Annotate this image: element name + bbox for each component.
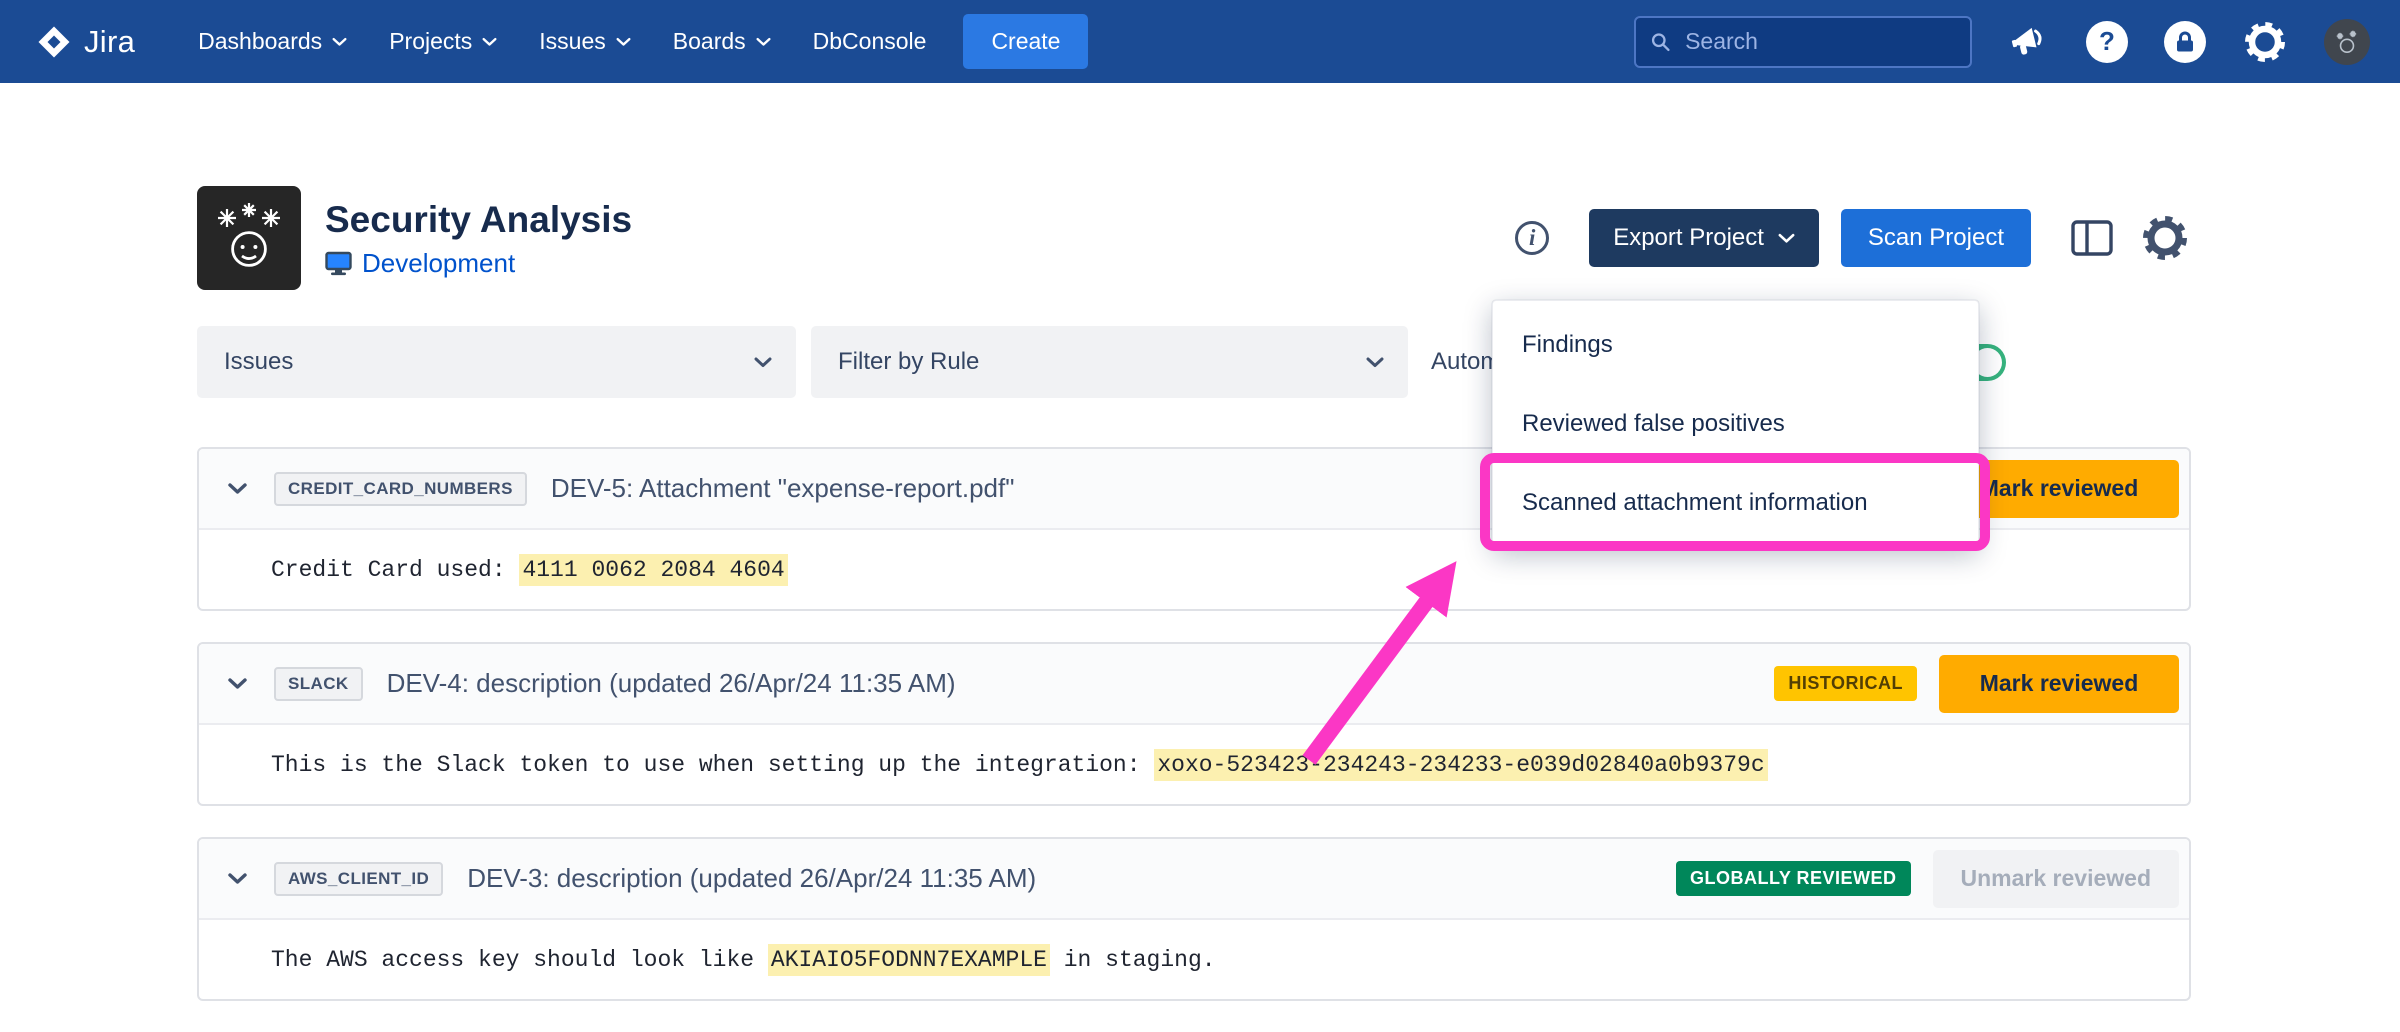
export-menu-dropdown: Findings Reviewed false positives Scanne… — [1492, 300, 1979, 547]
unmark-reviewed-button[interactable]: Unmark reviewed — [1933, 850, 2179, 908]
secret-text: 4111 0062 2084 4604 — [519, 554, 787, 586]
nav-dbconsole-label: DbConsole — [813, 28, 927, 55]
project-line: Development — [325, 248, 632, 279]
nav-boards-label: Boards — [673, 28, 746, 55]
menu-item-findings[interactable]: Findings — [1493, 305, 1978, 384]
chevron-down-icon — [754, 357, 772, 368]
rule-filter-value: Filter by Rule — [838, 348, 979, 376]
finding-body: The AWS access key should look like AKIA… — [199, 920, 2189, 999]
lock-icon[interactable] — [2164, 21, 2206, 63]
nav-issues[interactable]: Issues — [518, 0, 651, 83]
nav-dashboards[interactable]: Dashboards — [177, 0, 368, 83]
nav-boards[interactable]: Boards — [652, 0, 792, 83]
collapse-chevron-icon[interactable] — [227, 482, 248, 495]
nav-dbconsole[interactable]: DbConsole — [792, 0, 948, 83]
chevron-down-icon — [332, 37, 347, 47]
scan-project-label: Scan Project — [1868, 224, 2004, 252]
page-settings-button[interactable] — [2139, 212, 2191, 264]
nav-dashboards-label: Dashboards — [198, 28, 322, 55]
project-link[interactable]: Development — [362, 248, 515, 279]
nav-issues-label: Issues — [539, 28, 605, 55]
chevron-down-icon — [1366, 357, 1384, 368]
search-icon — [1650, 30, 1671, 54]
announcement-megaphone-icon[interactable] — [2008, 23, 2050, 61]
rule-badge: CREDIT_CARD_NUMBERS — [274, 472, 527, 506]
title-block: Security Analysis Development — [325, 198, 632, 279]
scan-project-button[interactable]: Scan Project — [1841, 209, 2031, 267]
page-title: Security Analysis — [325, 198, 632, 242]
nav-projects-label: Projects — [389, 28, 472, 55]
create-button[interactable]: Create — [963, 14, 1088, 69]
brand-name: Jira — [84, 24, 135, 60]
primary-nav: Dashboards Projects Issues Boards DbCons… — [177, 0, 947, 83]
top-navbar: Jira Dashboards Projects Issues Boards D… — [0, 0, 2400, 83]
search-box[interactable] — [1634, 16, 1972, 68]
help-icon[interactable]: ? — [2086, 21, 2128, 63]
page-header: Security Analysis Development i Export P… — [197, 186, 2191, 290]
navbar-icon-group: ? — [2008, 19, 2370, 65]
finding-header: SLACK DEV-4: description (updated 26/Apr… — [199, 644, 2189, 725]
rule-filter-select[interactable]: Filter by Rule — [811, 326, 1408, 398]
issues-filter-value: Issues — [224, 348, 293, 376]
finding-text-suffix: in staging. — [1050, 947, 1216, 973]
mark-reviewed-button[interactable]: Mark reviewed — [1939, 655, 2179, 713]
detail-panel-button[interactable] — [2071, 220, 2113, 256]
finding-text-prefix: The AWS access key should look like — [271, 947, 768, 973]
secret-text: xoxo-523423-234243-234233-e039d02840a0b9… — [1154, 749, 1767, 781]
finding-card-dev3: AWS_CLIENT_ID DEV-3: description (update… — [197, 837, 2191, 1001]
menu-item-scanned-attachment-information[interactable]: Scanned attachment information — [1493, 463, 1978, 542]
panel-layout-icon — [2071, 220, 2113, 256]
finding-text-prefix: Credit Card used: — [271, 557, 519, 583]
rule-badge: AWS_CLIENT_ID — [274, 862, 443, 896]
finding-title: DEV-4: description (updated 26/Apr/24 11… — [387, 668, 1775, 699]
monitor-icon — [325, 251, 352, 276]
header-actions: i Export Project Scan Project — [1515, 209, 2191, 267]
finding-header: AWS_CLIENT_ID DEV-3: description (update… — [199, 839, 2189, 920]
info-glyph: i — [1529, 225, 1535, 251]
chevron-down-icon — [616, 37, 631, 47]
jira-logo[interactable]: Jira — [36, 24, 135, 60]
menu-item-reviewed-false-positives[interactable]: Reviewed false positives — [1493, 384, 1978, 463]
search-input[interactable] — [1683, 27, 1956, 56]
rule-badge: SLACK — [274, 667, 363, 701]
avatar-art — [2333, 28, 2361, 56]
secret-text: AKIAIO5FODNN7EXAMPLE — [768, 944, 1050, 976]
chevron-down-icon — [756, 37, 771, 47]
finding-body: This is the Slack token to use when sett… — [199, 725, 2189, 804]
collapse-chevron-icon[interactable] — [227, 872, 248, 885]
jira-mark-icon — [36, 24, 72, 60]
project-avatar — [197, 186, 301, 290]
finding-card-dev4: SLACK DEV-4: description (updated 26/Apr… — [197, 642, 2191, 806]
collapse-chevron-icon[interactable] — [227, 677, 248, 690]
chevron-down-icon — [1778, 233, 1795, 244]
finding-text-prefix: This is the Slack token to use when sett… — [271, 752, 1154, 778]
globally-reviewed-badge: GLOBALLY REVIEWED — [1676, 861, 1911, 896]
gear-icon — [2139, 212, 2191, 264]
export-project-label: Export Project — [1613, 224, 1764, 252]
historical-badge: HISTORICAL — [1774, 666, 1917, 701]
issues-filter-select[interactable]: Issues — [197, 326, 796, 398]
chevron-down-icon — [482, 37, 497, 47]
finding-title: DEV-3: description (updated 26/Apr/24 11… — [467, 863, 1676, 894]
info-icon[interactable]: i — [1515, 221, 1549, 255]
project-avatar-art — [209, 198, 289, 278]
export-project-button[interactable]: Export Project — [1589, 209, 1819, 267]
user-avatar[interactable] — [2324, 19, 2370, 65]
padlock-glyph — [2175, 31, 2195, 53]
settings-gear-icon[interactable] — [2242, 19, 2288, 65]
nav-projects[interactable]: Projects — [368, 0, 518, 83]
